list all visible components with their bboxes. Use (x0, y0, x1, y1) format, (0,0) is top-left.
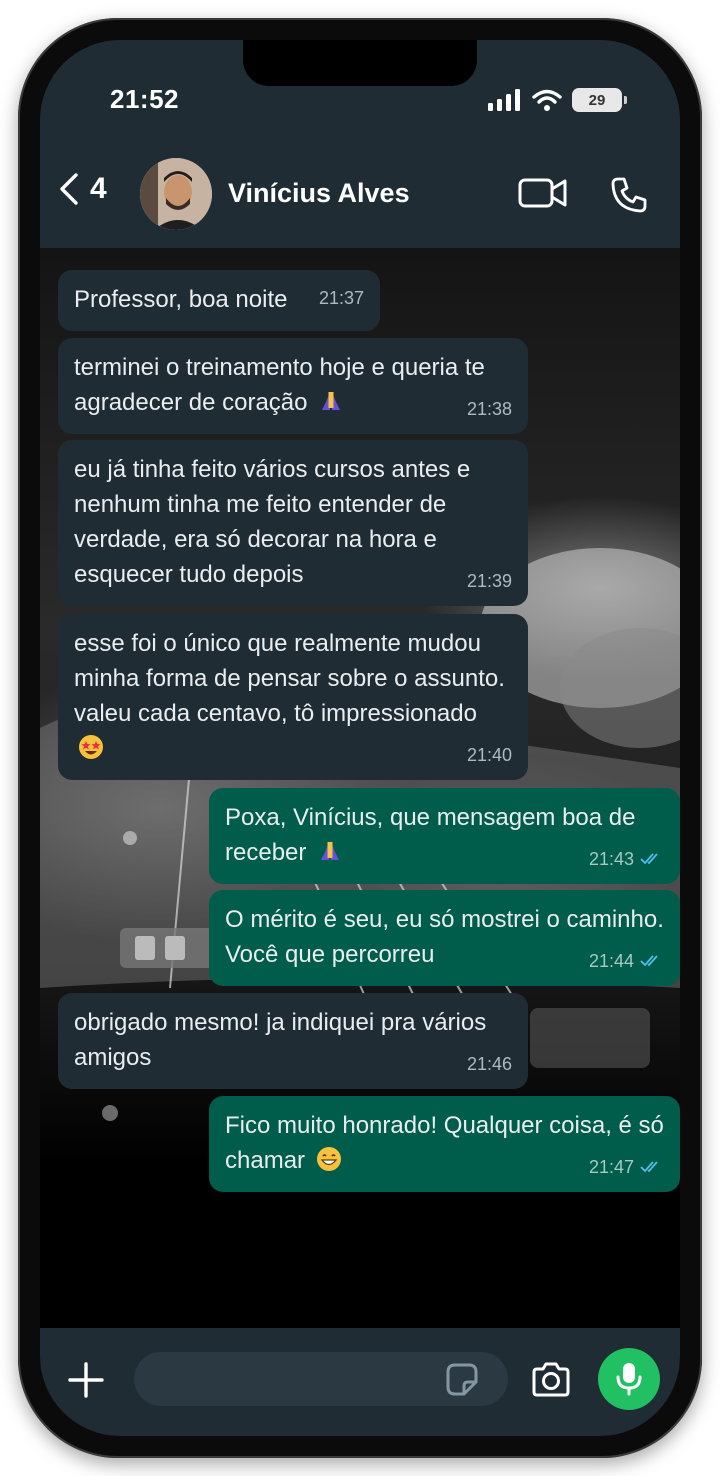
message-meta: 21:46 (467, 1054, 512, 1074)
message-time: 21:44 (588, 951, 634, 971)
message-time: 21:40 (466, 745, 512, 765)
message-meta: 21:44 (589, 951, 664, 971)
contact-avatar[interactable] (140, 158, 212, 230)
composer-bar (40, 1328, 680, 1436)
message-incoming[interactable]: obrigado mesmo! ja indiquei pra vários a… (58, 993, 528, 1089)
message-incoming[interactable]: eu já tinha feito vários cursos antes e … (58, 440, 528, 606)
message-outgoing[interactable]: O mérito é seu, eu só mostrei o caminho.… (209, 890, 680, 986)
camera-icon[interactable] (530, 1362, 572, 1398)
message-meta: 21:39 (467, 571, 512, 591)
chevron-left-icon (60, 173, 78, 205)
chat-area[interactable]: Professor, boa noite 21:37 terminei o tr… (40, 248, 680, 1328)
read-ticks-icon (640, 1161, 658, 1173)
star-struck-icon (79, 735, 103, 759)
signal-icon (488, 89, 520, 111)
message-text: obrigado mesmo! ja indiquei pra vários a… (74, 1009, 487, 1071)
message-meta: 21:47 (589, 1157, 664, 1177)
message-time: 21:47 (588, 1157, 634, 1177)
microphone-icon (616, 1363, 642, 1396)
message-text: Professor, boa noite (74, 286, 288, 313)
folded-hands-icon (321, 842, 340, 860)
message-outgoing[interactable]: Fico muito honrado! Qualquer coisa, é só… (209, 1096, 680, 1192)
contact-name[interactable]: Vinícius Alves (228, 178, 410, 209)
unread-count: 4 (90, 172, 107, 205)
phone-icon[interactable] (610, 176, 648, 214)
grinning-face-icon (316, 1147, 341, 1171)
back-button[interactable]: 4 (58, 172, 107, 206)
message-meta: 21:40 (467, 745, 512, 765)
read-ticks-icon (640, 955, 658, 967)
sticker-icon[interactable] (442, 1360, 482, 1400)
message-text: terminei o treinamento hoje e queria te … (74, 354, 485, 416)
message-meta: 21:43 (589, 849, 664, 869)
message-incoming[interactable]: Professor, boa noite 21:37 (58, 270, 380, 331)
message-input[interactable] (134, 1352, 508, 1406)
message-meta: 21:38 (467, 399, 512, 419)
message-time: 21:46 (466, 1054, 512, 1074)
avatar-photo (140, 158, 212, 230)
phone-screen: 21:52 29 4 Vinícius Alves Professor, boa… (40, 40, 680, 1436)
message-text: Poxa, Vinícius, que mensagem boa de rece… (225, 804, 636, 866)
wifi-icon (532, 89, 562, 111)
message-incoming[interactable]: esse foi o único que realmente mudou min… (58, 614, 528, 780)
video-camera-icon[interactable] (518, 176, 568, 210)
message-incoming[interactable]: terminei o treinamento hoje e queria te … (58, 338, 528, 434)
message-time: 21:43 (588, 849, 634, 869)
phone-frame: 21:52 29 4 Vinícius Alves Professor, boa… (18, 18, 702, 1458)
status-icons: 29 (488, 86, 627, 114)
plus-icon[interactable] (68, 1362, 104, 1398)
message-time: 21:39 (466, 571, 512, 591)
mic-button[interactable] (598, 1348, 660, 1410)
message-text: esse foi o único que realmente mudou min… (74, 630, 505, 727)
status-time: 21:52 (110, 84, 179, 114)
folded-hands-icon (322, 392, 341, 410)
read-ticks-icon (640, 853, 658, 865)
battery-indicator: 29 (572, 88, 627, 112)
message-text: eu já tinha feito vários cursos antes e … (74, 456, 471, 588)
phone-notch (243, 40, 477, 86)
message-outgoing[interactable]: Poxa, Vinícius, que mensagem boa de rece… (209, 788, 680, 884)
message-time: 21:38 (466, 399, 512, 419)
message-time: 21:37 (318, 288, 364, 308)
message-meta: 21:37 (319, 288, 364, 308)
